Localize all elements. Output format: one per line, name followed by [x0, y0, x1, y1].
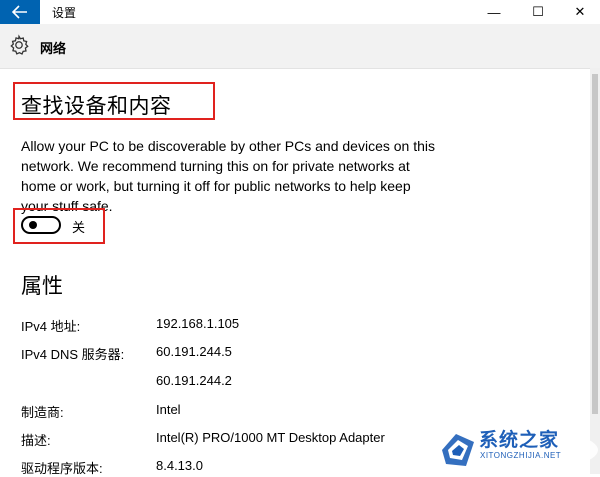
maximize-button[interactable]: ☐ — [516, 0, 560, 24]
property-value: 8.4.13.0 — [156, 458, 203, 473]
watermark-text: 系统之家 — [479, 430, 560, 451]
watermark-url: XITONGZHIJIA.NET — [480, 451, 562, 460]
discovery-description: Allow your PC to be discoverable by othe… — [21, 138, 435, 214]
window-title: 设置 — [52, 6, 77, 20]
minimize-button[interactable]: — — [472, 0, 516, 24]
property-label: IPv4 地址: — [21, 319, 81, 334]
property-value: Intel(R) PRO/1000 MT Desktop Adapter — [156, 430, 385, 445]
property-label: 描述: — [21, 433, 51, 448]
toggle-knob — [29, 221, 37, 229]
property-value: 60.191.244.5 — [156, 344, 232, 359]
property-label: IPv4 DNS 服务器: — [21, 347, 125, 362]
page-title: 网络 — [40, 41, 67, 56]
title-bar: 设置 — ☐ ✕ — [0, 0, 600, 24]
property-value: Intel — [156, 402, 181, 417]
page-header: 网络 — [0, 24, 600, 69]
gear-icon — [10, 34, 29, 55]
section-title-properties: 属性 — [21, 275, 63, 298]
property-label: 制造商: — [21, 405, 64, 420]
arrow-left-icon — [12, 5, 27, 19]
discovery-toggle[interactable] — [21, 216, 61, 234]
close-button[interactable]: ✕ — [558, 0, 600, 24]
property-value: 192.168.1.105 — [156, 316, 240, 331]
scrollbar-thumb[interactable] — [592, 74, 598, 414]
toggle-state-label: 关 — [72, 220, 86, 235]
property-label: 驱动程序版本: — [21, 461, 103, 476]
back-button[interactable] — [0, 0, 40, 24]
section-title-discovery: 查找设备和内容 — [21, 95, 172, 118]
property-value: 60.191.244.2 — [156, 373, 232, 388]
